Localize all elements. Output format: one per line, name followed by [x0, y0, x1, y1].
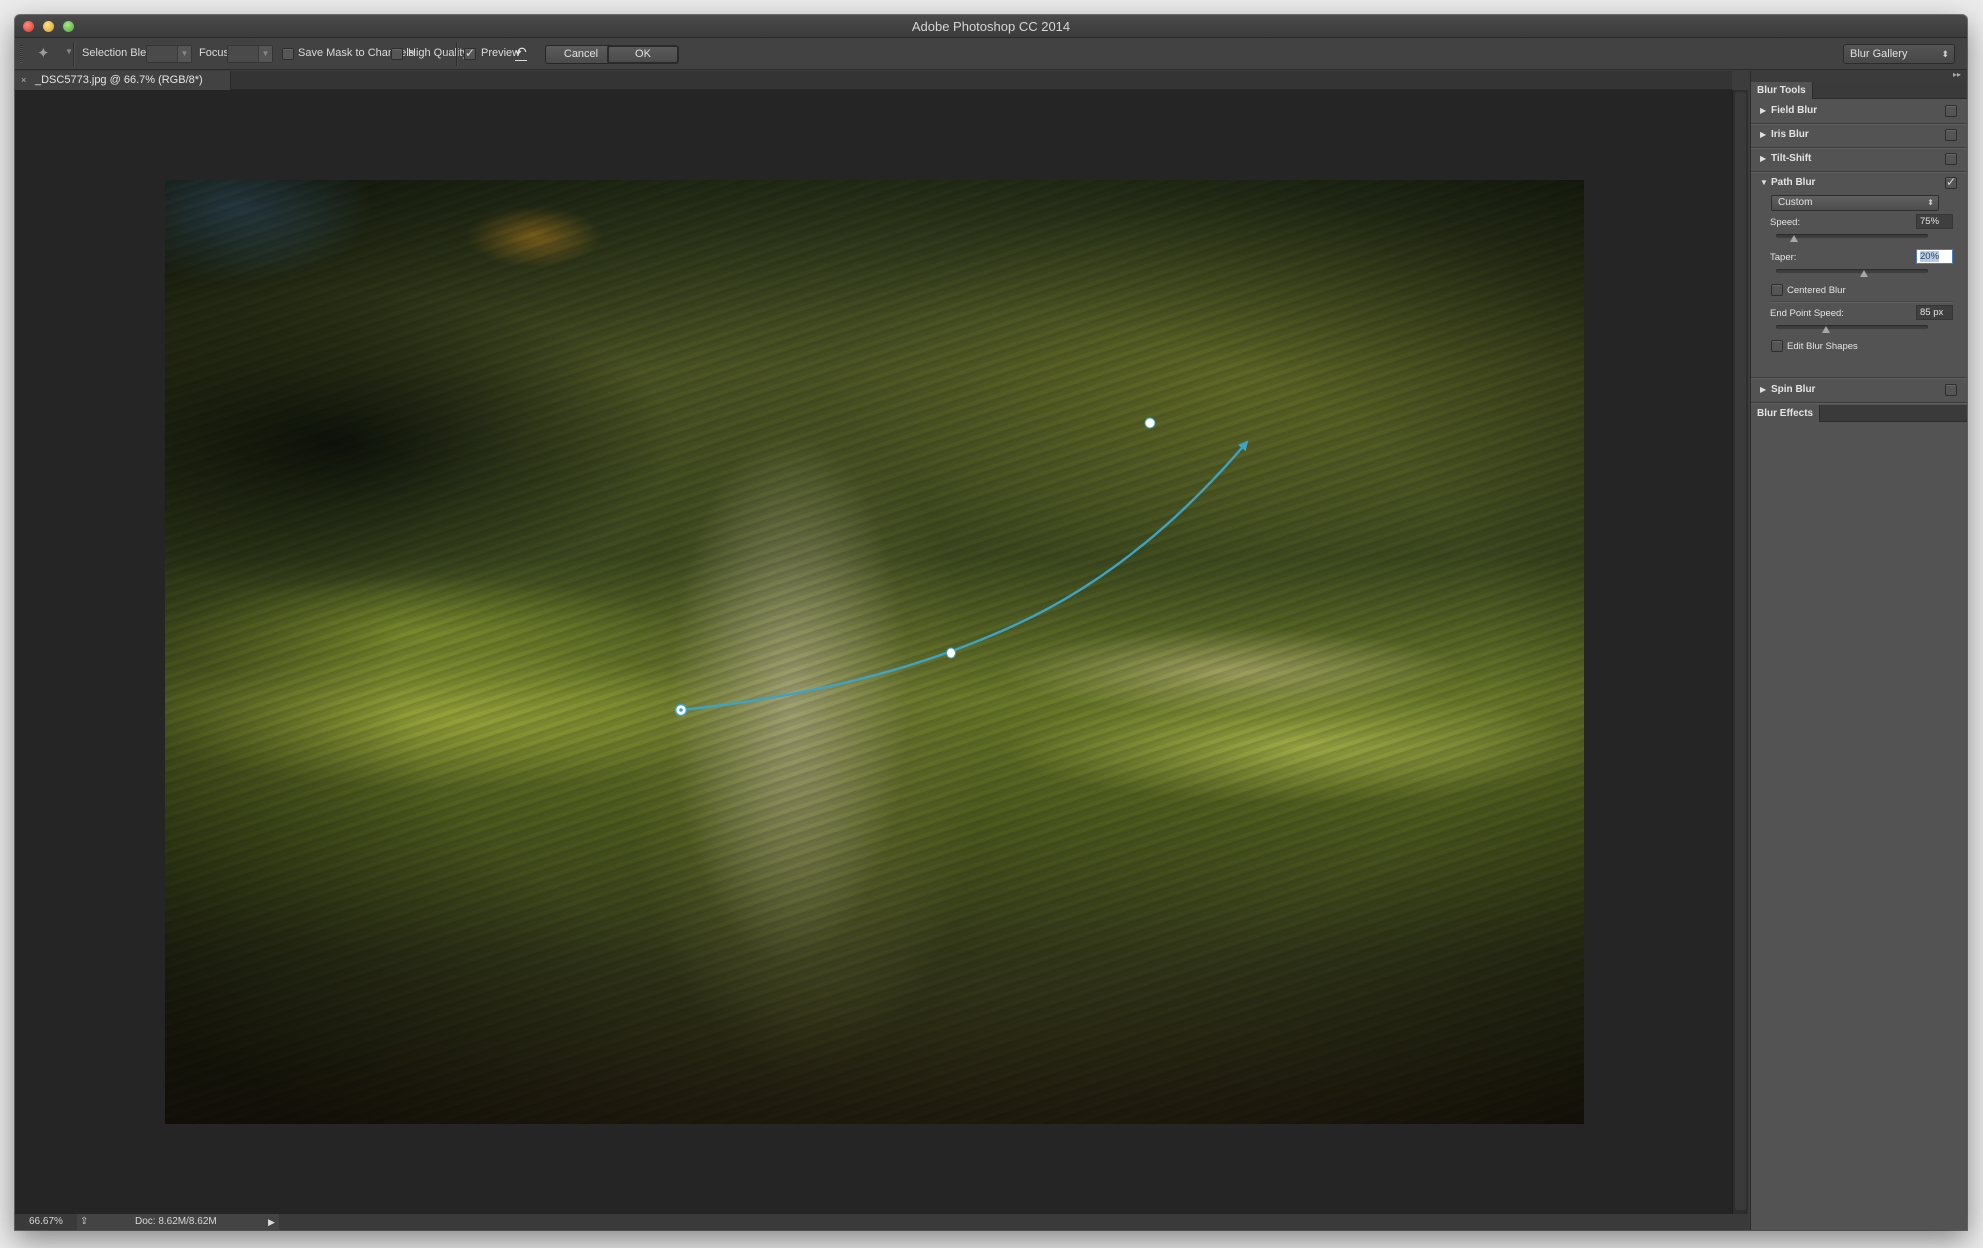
ok-button[interactable]: OK — [607, 45, 679, 64]
selection-bleed-field[interactable]: ▼ — [146, 45, 192, 63]
pin-icon[interactable]: ✦ — [37, 45, 57, 63]
end-point-speed-slider-thumb[interactable] — [1822, 326, 1831, 333]
expand-triangle-icon[interactable]: ▶ — [1760, 385, 1766, 394]
high-quality-checkbox[interactable] — [391, 48, 403, 60]
blur-tool-name: Tilt-Shift — [1771, 153, 1812, 164]
high-quality-label: High Quality — [408, 47, 468, 59]
end-point-speed-slider[interactable] — [1776, 325, 1928, 333]
divider — [1769, 301, 1953, 302]
end-point-speed-input[interactable]: 85 px — [1916, 305, 1953, 320]
speed-input[interactable]: 75% — [1916, 214, 1953, 229]
photo-image[interactable] — [165, 180, 1584, 1124]
blur-tool-name: Spin Blur — [1771, 384, 1816, 395]
edit-blur-shapes-label: Edit Blur Shapes — [1787, 341, 1858, 352]
blur-tool-field-blur[interactable]: ▶ Field Blur — [1751, 100, 1967, 124]
window-title: Adobe Photoshop CC 2014 — [911, 19, 1071, 34]
path-blur-preset-select[interactable]: Custom ⬍ — [1771, 195, 1939, 211]
close-tab-icon[interactable]: × — [21, 71, 26, 90]
focus-chevron-down-icon[interactable]: ▼ — [258, 46, 272, 62]
scrollbar-thumb[interactable] — [1735, 92, 1746, 1210]
document-tab-bar: × _DSC5773.jpg @ 66.7% (RGB/8*) — [15, 71, 1732, 90]
status-bar: 66.67% ⇪ Doc: 8.62M/8.62M ▶ — [15, 1214, 1748, 1230]
collapse-panel-icon[interactable]: ▸▸ — [1953, 70, 1961, 79]
undo-icon[interactable]: ↶ — [515, 44, 527, 61]
speed-slider[interactable] — [1776, 234, 1928, 242]
blur-tool-iris-blur[interactable]: ▶ Iris Blur — [1751, 124, 1967, 148]
centered-blur-label: Centered Blur — [1787, 285, 1846, 296]
blur-tool-spin-blur[interactable]: ▶ Spin Blur — [1751, 379, 1967, 403]
tab-blur-effects[interactable]: Blur Effects — [1751, 405, 1821, 422]
status-menu-arrow-icon[interactable]: ▶ — [268, 1214, 275, 1230]
doc-size: Doc: 8.62M/8.62M — [135, 1216, 217, 1227]
separator — [73, 42, 74, 66]
speed-label: Speed: — [1770, 217, 1801, 228]
taper-input[interactable]: 20% — [1916, 249, 1953, 264]
title-bar: Adobe Photoshop CC 2014 — [15, 15, 1967, 38]
end-point-speed-value: 85 px — [1920, 307, 1944, 318]
path-blur-section: ▼ Path Blur Custom ⬍ Speed: 75% Taper: 2… — [1751, 172, 1967, 378]
expand-triangle-icon[interactable]: ▶ — [1760, 154, 1766, 163]
taper-slider[interactable] — [1776, 269, 1928, 277]
focus-field[interactable]: ▼ — [227, 45, 273, 63]
blur-tool-name: Iris Blur — [1771, 129, 1809, 140]
panel-header: ▸▸ — [1751, 70, 1967, 82]
blur-tool-name: Field Blur — [1771, 105, 1818, 116]
updown-arrows-icon: ⬍ — [1927, 198, 1934, 207]
canvas-area[interactable] — [15, 90, 1732, 1214]
taper-slider-thumb[interactable] — [1860, 270, 1869, 277]
blur-tool-path-blur[interactable]: ▼ Path Blur — [1751, 172, 1967, 196]
blur-panel: ▸▸ Blur Tools ▶ Field Blur ▶ Iris Blur ▶… — [1750, 70, 1967, 1230]
save-mask-checkbox[interactable] — [282, 48, 294, 60]
preset-value: Custom — [1778, 197, 1813, 208]
options-bar: ✦ ▼ Selection Bleed: ▼ Focus: ▼ Save Mas… — [15, 38, 1967, 70]
photoshop-window: Adobe Photoshop CC 2014 ✦ ▼ Selection Bl… — [15, 15, 1967, 1230]
blur-tool-name: Path Blur — [1771, 177, 1816, 188]
end-point-speed-label: End Point Speed: — [1770, 308, 1844, 319]
zoom-level[interactable]: 66.67% — [29, 1214, 63, 1230]
tool-preset-chevron-down-icon[interactable]: ▼ — [65, 47, 73, 56]
workspace-label: Blur Gallery — [1850, 48, 1908, 60]
export-icon[interactable]: ⇪ — [80, 1214, 88, 1230]
document-tab[interactable]: × _DSC5773.jpg @ 66.7% (RGB/8*) — [15, 71, 231, 90]
workspace-select[interactable]: Blur Gallery ⬍ — [1843, 44, 1955, 64]
blur-tools-tabstrip: Blur Tools — [1751, 82, 1967, 99]
edit-blur-shapes-checkbox[interactable] — [1771, 340, 1783, 352]
centered-blur-checkbox[interactable] — [1771, 284, 1783, 296]
centered-blur-row: Centered Blur — [1751, 282, 1967, 298]
iris-blur-checkbox[interactable] — [1945, 129, 1957, 141]
vertical-scrollbar[interactable] — [1732, 90, 1748, 1214]
preview-checkbox[interactable] — [464, 46, 476, 60]
taper-label: Taper: — [1770, 252, 1797, 263]
spin-blur-checkbox[interactable] — [1945, 384, 1957, 396]
speed-value: 75% — [1920, 216, 1940, 227]
blur-effects-tabstrip: Blur Effects — [1751, 405, 1967, 422]
updown-arrows-icon: ⬍ — [1941, 49, 1949, 59]
speed-slider-thumb[interactable] — [1790, 235, 1799, 242]
tilt-shift-checkbox[interactable] — [1945, 153, 1957, 165]
expand-triangle-icon[interactable]: ▶ — [1760, 106, 1766, 115]
path-blur-checkbox[interactable] — [1945, 175, 1957, 189]
taper-value: 20% — [1920, 251, 1940, 262]
field-blur-checkbox[interactable] — [1945, 105, 1957, 117]
blur-tool-tilt-shift[interactable]: ▶ Tilt-Shift — [1751, 148, 1967, 172]
edit-blur-shapes-row: Edit Blur Shapes — [1751, 338, 1967, 354]
options-bar-grip[interactable] — [20, 45, 23, 63]
document-tab-label: _DSC5773.jpg @ 66.7% (RGB/8*) — [35, 74, 203, 86]
photo-vignette — [165, 180, 1584, 1124]
collapse-triangle-icon[interactable]: ▼ — [1760, 178, 1768, 187]
tab-blur-tools[interactable]: Blur Tools — [1751, 82, 1813, 99]
expand-triangle-icon[interactable]: ▶ — [1760, 130, 1766, 139]
selection-bleed-chevron-down-icon[interactable]: ▼ — [177, 46, 191, 62]
separator — [456, 42, 457, 66]
